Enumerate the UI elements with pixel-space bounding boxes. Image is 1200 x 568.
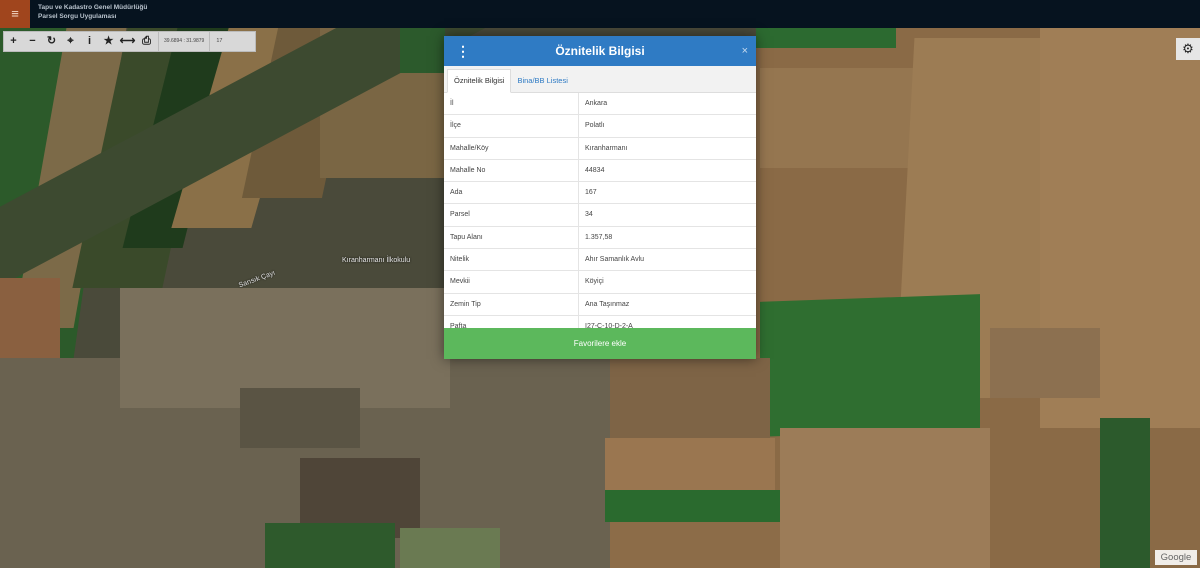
map-field	[1100, 418, 1150, 568]
map-field	[990, 328, 1100, 398]
attribute-dialog: ⋮ Öznitelik Bilgisi × Öznitelik Bilgisi …	[444, 36, 756, 359]
row-value: Ana Taşınmaz	[585, 300, 630, 308]
row-value: 1.357,58	[585, 233, 613, 241]
row-key: İl	[444, 93, 579, 115]
table-row: Mahalle/Köy Kıranharmanı	[444, 137, 756, 160]
refresh-icon[interactable]: ↻	[42, 32, 61, 51]
app-title-line1: Tapu ve Kadastro Genel Müdürlüğü	[38, 4, 148, 11]
table-row: Ada 167	[444, 182, 756, 205]
settings-button[interactable]: ⚙	[1176, 38, 1200, 60]
row-value: Ahır Samanlık Avlu	[585, 256, 645, 264]
row-key: Parsel	[444, 204, 579, 226]
map-field	[760, 294, 980, 437]
dialog-header: ⋮ Öznitelik Bilgisi ×	[444, 36, 756, 66]
dialog-title: Öznitelik Bilgisi	[555, 44, 645, 58]
star-icon[interactable]: ★	[99, 32, 118, 51]
table-row: Nitelik Ahır Samanlık Avlu	[444, 249, 756, 272]
table-row: Parsel 34	[444, 204, 756, 227]
map-village-block	[240, 388, 360, 448]
map-field	[780, 428, 990, 568]
table-row: Mahalle No 44834	[444, 159, 756, 183]
map-field	[610, 358, 770, 438]
gear-icon: ⚙	[1182, 41, 1194, 56]
map-field	[605, 438, 775, 498]
app-title-line2: Parsel Sorgu Uygulaması	[38, 13, 117, 20]
row-value: 44834	[585, 166, 605, 174]
row-key: Tapu Alanı	[444, 226, 579, 249]
zoom-in-icon[interactable]: +	[4, 32, 23, 51]
row-key: Mahalle/Köy	[444, 137, 579, 159]
table-row: İl Ankara	[444, 93, 756, 116]
row-value: Polatlı	[585, 122, 605, 130]
map-field	[400, 528, 500, 568]
map-label-river: Sarısık Çayı	[237, 269, 277, 290]
map-field	[610, 522, 780, 568]
coordinate-readout: 39.6894 : 31.9879	[158, 32, 211, 51]
table-row: İlçe Polatlı	[444, 115, 756, 138]
menu-button[interactable]: ≡	[0, 0, 30, 28]
zoom-out-icon[interactable]: −	[23, 32, 42, 51]
row-key: Mahalle No	[444, 159, 579, 182]
google-attribution: Google	[1155, 550, 1197, 565]
table-row: Mevkii Köyiçi	[444, 271, 756, 294]
row-value: Köyiçi	[585, 278, 604, 286]
dialog-tabs: Öznitelik Bilgisi Bina/BB Listesi	[444, 66, 756, 93]
map-field	[756, 28, 896, 48]
attribute-table: İl Ankara İlçe Polatlı Mahalle/Köy Kıranhar…	[444, 93, 756, 339]
tab-attribute-info[interactable]: Öznitelik Bilgisi	[447, 69, 512, 93]
add-favorite-button[interactable]: Favorilere ekle	[444, 328, 756, 359]
table-row: Zemin Tip Ana Taşınmaz	[444, 293, 756, 316]
app-title: Tapu ve Kadastro Genel Müdürlüğü Parsel …	[38, 3, 147, 21]
map-field	[400, 28, 445, 73]
row-value: 167	[585, 189, 597, 197]
map-field	[605, 490, 785, 522]
row-key: İlçe	[444, 115, 579, 137]
map-toolbar: + − ↻ ⌖ i ★ ⟷ ⎙ 39.6894 : 31.9879 17	[3, 31, 256, 52]
print-icon[interactable]: ⎙	[137, 32, 156, 51]
app-header: ≡ Tapu ve Kadastro Genel Müdürlüğü Parse…	[0, 0, 1200, 28]
tab-building-list[interactable]: Bina/BB Listesi	[511, 70, 573, 92]
table-row: Tapu Alanı 1.357,58	[444, 226, 756, 250]
info-icon[interactable]: i	[80, 32, 99, 51]
row-key: Nitelik	[444, 249, 579, 271]
row-value: Kıranharmanı	[585, 144, 628, 152]
zoom-level: 17	[216, 38, 223, 44]
row-value: Ankara	[585, 100, 608, 107]
map-label-school: Kıranharmanı İlkokulu	[342, 257, 411, 264]
hamburger-icon: ≡	[11, 6, 19, 21]
map-field	[265, 523, 395, 568]
row-key: Zemin Tip	[444, 293, 579, 315]
measure-icon[interactable]: ⟷	[118, 32, 137, 51]
row-value: 34	[585, 211, 593, 219]
map-field	[760, 68, 930, 168]
locate-icon[interactable]: ⌖	[61, 32, 80, 51]
map-field	[0, 278, 60, 368]
row-key: Mevkii	[444, 271, 579, 293]
row-key: Ada	[444, 182, 579, 204]
close-icon[interactable]: ×	[742, 36, 748, 66]
